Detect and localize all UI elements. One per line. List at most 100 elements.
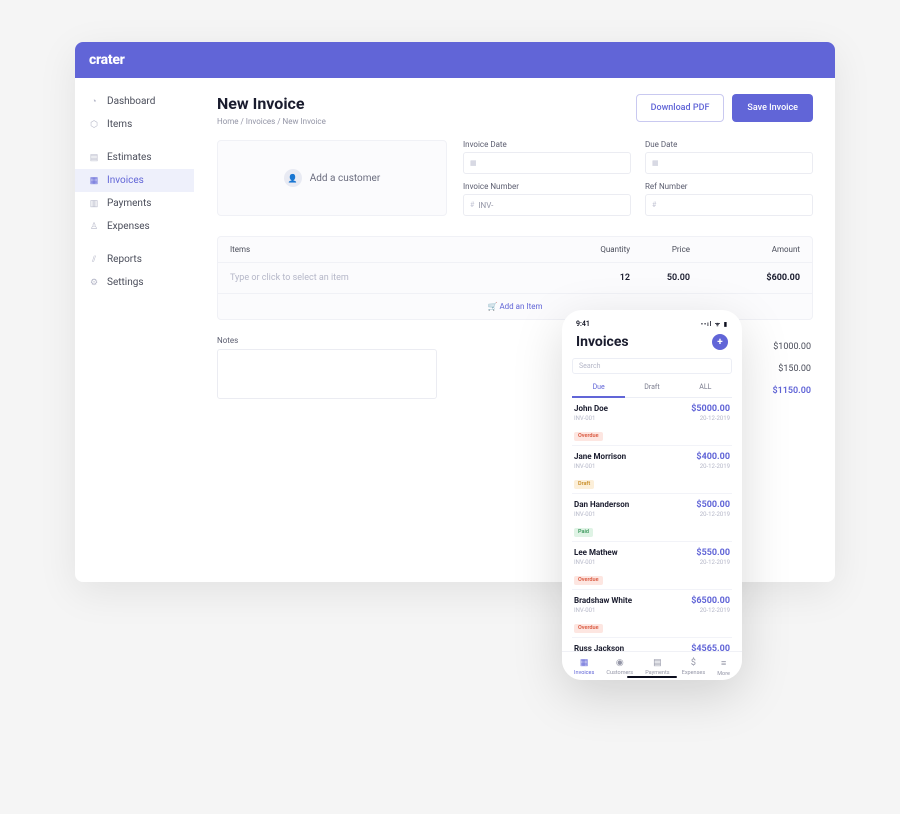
nav-payments[interactable]: ▤Payments bbox=[645, 658, 669, 677]
invoice-customer-name: Bradshaw White bbox=[574, 596, 632, 605]
invoice-customer-name: Jane Morrison bbox=[574, 452, 626, 461]
invoice-list-item[interactable]: Jane Morrison $400.00 INV-001 20-12-2019 D… bbox=[572, 446, 732, 494]
home-indicator bbox=[627, 676, 677, 679]
more-icon: ≡ bbox=[721, 658, 726, 669]
invoices-icon: ▦ bbox=[89, 176, 99, 186]
invoice-date: 20-12-2019 bbox=[700, 415, 730, 422]
expenses-icon: $ bbox=[691, 658, 696, 668]
page-title: New Invoice bbox=[217, 94, 326, 113]
sidebar-item-label: Expenses bbox=[107, 221, 150, 232]
user-icon: 👤 bbox=[284, 169, 302, 187]
breadcrumb[interactable]: Home / Invoices / New Invoice bbox=[217, 117, 326, 126]
nav-invoices[interactable]: ▦Invoices bbox=[574, 658, 594, 677]
invoice-number-input[interactable]: # INV- bbox=[463, 194, 631, 216]
invoice-number: INV-001 bbox=[574, 559, 595, 566]
invoice-list-item[interactable]: Lee Mathew$550.00 INV-00120-12-2019 Over… bbox=[572, 542, 732, 590]
invoice-date: 20-12-2019 bbox=[700, 511, 730, 518]
logo: crater bbox=[89, 52, 125, 68]
status-badge: Overdue bbox=[574, 576, 603, 585]
invoice-list-item[interactable]: Bradshaw White $6500.00 INV-001 20-12-2019… bbox=[572, 590, 732, 638]
item-amount-value: $600.00 bbox=[690, 273, 800, 283]
sidebar-item-label: Estimates bbox=[107, 152, 152, 163]
col-header-amount: Amount bbox=[690, 245, 800, 254]
sidebar-item-reports[interactable]: ⫽ Reports bbox=[75, 248, 194, 271]
reports-icon: ⫽ bbox=[89, 255, 99, 265]
nav-customers[interactable]: ◉Customers bbox=[606, 658, 633, 677]
status-badge: Overdue bbox=[574, 432, 603, 441]
sidebar-item-label: Reports bbox=[107, 254, 142, 265]
tab-due[interactable]: Due bbox=[572, 378, 625, 398]
sidebar-item-payments[interactable]: ▥Payments bbox=[75, 192, 194, 215]
invoice-number-label: Invoice Number bbox=[463, 182, 631, 191]
invoice-number: INV-001 bbox=[574, 607, 595, 614]
estimates-icon: ▤ bbox=[89, 153, 99, 163]
phone-mockup: 9:41 ••ıl ᯤ ▮ Invoices + Search Due Draf… bbox=[562, 310, 742, 680]
sidebar-item-expenses[interactable]: ♙Expenses bbox=[75, 215, 194, 238]
col-header-items: Items bbox=[230, 245, 570, 254]
sidebar-item-label: Invoices bbox=[107, 175, 144, 186]
status-badge: Paid bbox=[574, 528, 593, 537]
invoice-amount: $500.00 bbox=[696, 500, 730, 510]
hash-icon: # bbox=[652, 201, 656, 209]
ref-number-label: Ref Number bbox=[645, 182, 813, 191]
item-qty-value: 12 bbox=[570, 273, 630, 283]
invoice-amount: $400.00 bbox=[696, 452, 730, 462]
due-date-input[interactable]: ▦ bbox=[645, 152, 813, 174]
topbar: crater bbox=[75, 42, 835, 78]
nav-more[interactable]: ≡More bbox=[717, 658, 730, 677]
total-value: $150.00 bbox=[778, 364, 811, 374]
invoice-number: INV-001 bbox=[574, 511, 595, 518]
invoice-amount: $550.00 bbox=[696, 548, 730, 558]
sidebar-item-estimates[interactable]: ▤ Estimates bbox=[75, 146, 194, 169]
save-invoice-button[interactable]: Save Invoice bbox=[732, 94, 813, 122]
cart-icon: 🛒 bbox=[488, 302, 498, 311]
hash-icon: # bbox=[470, 201, 474, 209]
sidebar-item-label: Payments bbox=[107, 198, 151, 209]
col-header-price: Price bbox=[630, 245, 690, 254]
sidebar-item-label: Items bbox=[107, 119, 132, 130]
phone-time: 9:41 bbox=[576, 320, 590, 328]
invoice-date: 20-12-2019 bbox=[700, 607, 730, 614]
calendar-icon: ▦ bbox=[470, 159, 477, 167]
invoices-icon: ▦ bbox=[580, 658, 589, 668]
status-badge: Draft bbox=[574, 480, 594, 489]
items-icon: ⬡ bbox=[89, 120, 99, 130]
sidebar-item-invoices[interactable]: ▦ Invoices bbox=[75, 169, 194, 192]
total-value: $1000.00 bbox=[773, 342, 811, 352]
invoice-list-item[interactable]: Dan Handerson $500.00 INV-001 20-12-2019 P… bbox=[572, 494, 732, 542]
item-select-input[interactable]: Type or click to select an item bbox=[230, 273, 570, 283]
invoice-customer-name: John Doe bbox=[574, 404, 608, 413]
invoice-date-input[interactable]: ▦ bbox=[463, 152, 631, 174]
invoice-number: INV-001 bbox=[574, 463, 595, 470]
invoice-customer-name: Dan Handerson bbox=[574, 500, 629, 509]
sidebar-item-dashboard[interactable]: ◔Dashboard bbox=[75, 90, 194, 113]
phone-search-input[interactable]: Search bbox=[572, 358, 732, 374]
invoice-amount: $5000.00 bbox=[691, 404, 730, 414]
sidebar-item-items[interactable]: ⬡ Items bbox=[75, 113, 194, 136]
nav-expenses[interactable]: $Expenses bbox=[682, 658, 706, 677]
sidebar-item-settings[interactable]: ⚙Settings bbox=[75, 271, 194, 294]
invoice-date: 20-12-2019 bbox=[700, 463, 730, 470]
add-invoice-button[interactable]: + bbox=[712, 334, 728, 350]
invoice-customer-name: Lee Mathew bbox=[574, 548, 618, 557]
status-icons: ••ıl ᯤ ▮ bbox=[701, 320, 728, 328]
total-value: $1150.00 bbox=[772, 386, 811, 396]
notes-textarea[interactable] bbox=[217, 349, 437, 399]
add-customer-button[interactable]: 👤 Add a customer bbox=[217, 140, 447, 216]
invoice-amount: $6500.00 bbox=[691, 596, 730, 606]
sidebar-item-label: Dashboard bbox=[107, 96, 155, 107]
ref-number-input[interactable]: # bbox=[645, 194, 813, 216]
invoice-number: INV-001 bbox=[574, 415, 595, 422]
download-pdf-button[interactable]: Download PDF bbox=[636, 94, 725, 122]
invoice-date-label: Invoice Date bbox=[463, 140, 631, 149]
tab-all[interactable]: ALL bbox=[679, 378, 732, 397]
sidebar: ◔Dashboard ⬡ Items ▤ Estimates ▦ Invoices ▥… bbox=[75, 78, 195, 582]
tab-draft[interactable]: Draft bbox=[625, 378, 678, 397]
calendar-icon: ▦ bbox=[652, 159, 659, 167]
status-badge: Overdue bbox=[574, 624, 603, 633]
item-row[interactable]: Type or click to select an item 12 50.00… bbox=[218, 263, 812, 293]
due-date-label: Due Date bbox=[645, 140, 813, 149]
invoice-list-item[interactable]: John Doe $5000.00 INV-001 20-12-2019 Overd… bbox=[572, 398, 732, 446]
col-header-quantity: Quantity bbox=[570, 245, 630, 254]
invoice-number-value: INV- bbox=[478, 201, 493, 210]
